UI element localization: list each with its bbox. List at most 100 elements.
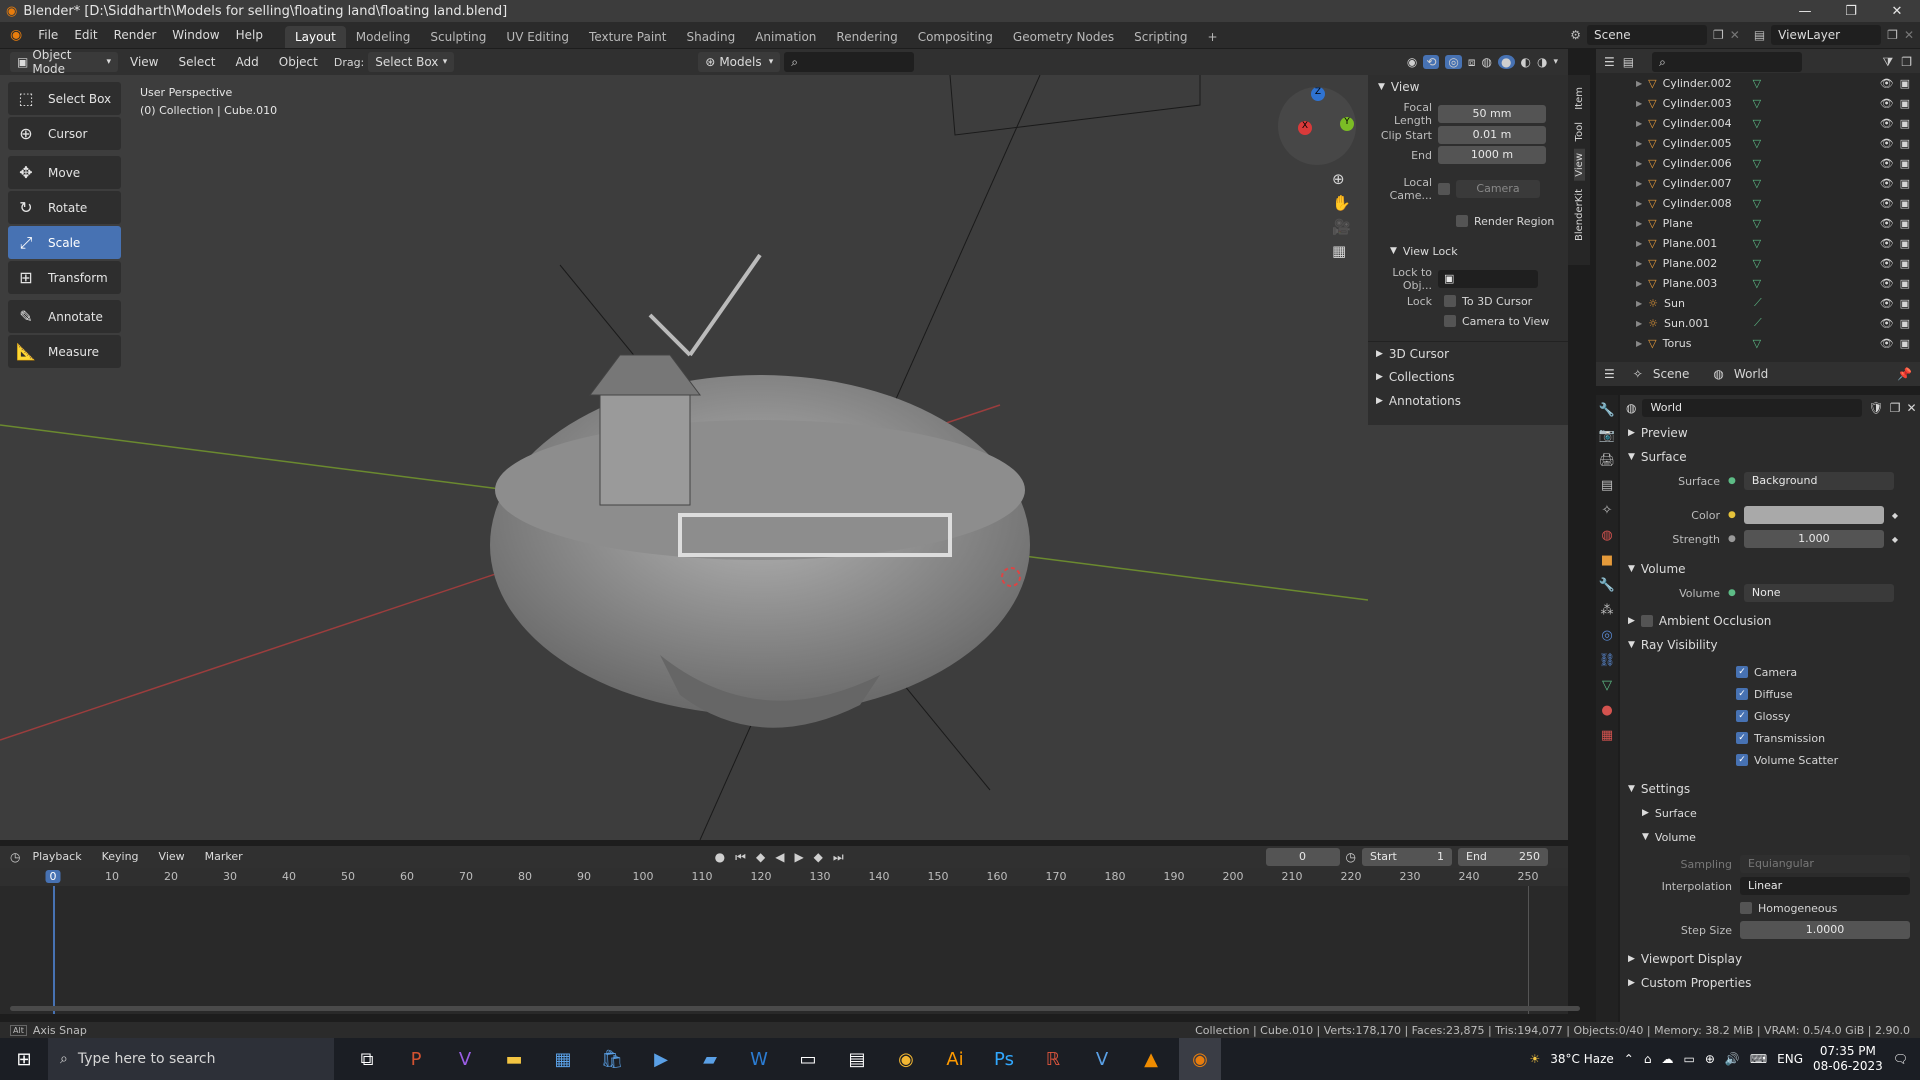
- media-player-icon[interactable]: ▶: [640, 1038, 682, 1080]
- camera-render-icon[interactable]: ▣: [1900, 317, 1910, 330]
- vpn-icon[interactable]: V: [1081, 1038, 1123, 1080]
- frame-ruler[interactable]: 0 10 20 30 40 50 60 70 80 90 100 110 120 130 140 150 160…: [0, 868, 1568, 886]
- keyboard-icon[interactable]: ⌨: [1750, 1052, 1767, 1066]
- camera-render-icon[interactable]: ▣: [1900, 77, 1910, 90]
- tab-blenderkit[interactable]: BlenderKit: [1574, 185, 1585, 245]
- chevron-right-icon[interactable]: ▶: [1636, 159, 1642, 168]
- camera-render-icon[interactable]: ▣: [1900, 177, 1910, 190]
- camera-render-icon[interactable]: ▣: [1900, 157, 1910, 170]
- taskbar-search[interactable]: ⌕ Type here to search: [48, 1038, 334, 1080]
- keyframe-dot-icon[interactable]: ◆: [1892, 511, 1898, 520]
- chevron-right-icon[interactable]: ▶: [1636, 219, 1642, 228]
- tab-item[interactable]: Item: [1574, 83, 1585, 114]
- play-icon[interactable]: ▶: [794, 850, 803, 864]
- ray-volume-scatter-checkbox[interactable]: ✓: [1736, 754, 1748, 766]
- tool-tab-icon[interactable]: 🔧: [1599, 403, 1615, 418]
- copy-scene-icon[interactable]: ❐: [1713, 28, 1724, 42]
- subsection-surface[interactable]: ▶ Surface: [1620, 801, 1920, 825]
- world-name-field[interactable]: World: [1642, 399, 1863, 417]
- add-workspace-button[interactable]: +: [1198, 26, 1228, 48]
- file-explorer-icon[interactable]: ▬: [493, 1038, 535, 1080]
- render-tab-icon[interactable]: 📷: [1599, 428, 1615, 443]
- task-view-icon[interactable]: ⧉: [346, 1038, 388, 1080]
- blender-taskbar-icon[interactable]: ◉: [1179, 1038, 1221, 1080]
- tab-modeling[interactable]: Modeling: [346, 26, 421, 48]
- camera-render-icon[interactable]: ▣: [1900, 277, 1910, 290]
- tab-texture-paint[interactable]: Texture Paint: [579, 26, 676, 48]
- section-settings[interactable]: ▼ Settings: [1620, 777, 1920, 801]
- gizmo-toggle-icon[interactable]: ⟲: [1423, 55, 1440, 69]
- section-viewport-display[interactable]: ▶ Viewport Display: [1620, 947, 1920, 971]
- play-reverse-icon[interactable]: ◀: [775, 850, 784, 864]
- data-tab-icon[interactable]: ▽: [1602, 678, 1612, 693]
- view-layer-tab-icon[interactable]: ▤: [1601, 478, 1613, 493]
- scene-selector[interactable]: Scene: [1587, 25, 1707, 45]
- chevron-right-icon[interactable]: ▶: [1636, 239, 1642, 248]
- camera-render-icon[interactable]: ▣: [1900, 97, 1910, 110]
- material-tab-icon[interactable]: ●: [1601, 703, 1612, 718]
- store-icon[interactable]: 🛍: [591, 1038, 633, 1080]
- eye-icon[interactable]: 👁: [1880, 197, 1894, 210]
- clock[interactable]: 07:35 PM 08-06-2023: [1813, 1044, 1883, 1074]
- display-mode-icon[interactable]: ▤: [1623, 55, 1634, 69]
- camera-render-icon[interactable]: ▣: [1900, 197, 1910, 210]
- pin-icon[interactable]: 📌: [1897, 367, 1920, 381]
- notifications-icon[interactable]: 🗨: [1893, 1052, 1908, 1066]
- app-icon[interactable]: ▰: [689, 1038, 731, 1080]
- timeline-menu-playback[interactable]: Playback: [24, 846, 89, 868]
- chevron-right-icon[interactable]: ▶: [1636, 319, 1642, 328]
- eye-icon[interactable]: 👁: [1880, 217, 1894, 230]
- clip-start-field[interactable]: 0.01 m: [1438, 126, 1546, 144]
- solid-shading-icon[interactable]: ●: [1498, 55, 1515, 69]
- clock-icon[interactable]: ◷: [1346, 850, 1356, 864]
- section-custom-properties[interactable]: ▶ Custom Properties: [1620, 971, 1920, 995]
- language-indicator[interactable]: ENG: [1777, 1052, 1803, 1066]
- strength-field[interactable]: 1.000: [1743, 530, 1884, 548]
- eye-icon[interactable]: 👁: [1880, 117, 1894, 130]
- prev-keyframe-icon[interactable]: ◆: [756, 850, 765, 864]
- outliner-item[interactable]: ▶ ▽ Torus ▽ 👁 ▣: [1596, 333, 1920, 353]
- maximize-button[interactable]: ❐: [1828, 4, 1874, 19]
- eye-icon[interactable]: 👁: [1880, 337, 1894, 350]
- tool-annotate[interactable]: ✎ Annotate: [8, 300, 121, 333]
- camera-render-icon[interactable]: ▣: [1900, 237, 1910, 250]
- 3d-viewport[interactable]: User Perspective (0) Collection | Cube.0…: [0, 75, 1568, 840]
- surface-shader-field[interactable]: Background: [1743, 472, 1894, 490]
- eye-icon[interactable]: 👁: [1880, 177, 1894, 190]
- outliner-item[interactable]: ▶ ☼ Sun ⟋ 👁 ▣: [1596, 293, 1920, 313]
- tab-shading[interactable]: Shading: [676, 26, 745, 48]
- camera-render-icon[interactable]: ▣: [1900, 257, 1910, 270]
- constraints-tab-icon[interactable]: ⛓: [1599, 653, 1616, 668]
- overlay-toggle-icon[interactable]: ◎: [1445, 55, 1462, 69]
- outliner-item[interactable]: ▶ ▽ Cylinder.007 ▽ 👁 ▣: [1596, 173, 1920, 193]
- camera-render-icon[interactable]: ▣: [1900, 117, 1910, 130]
- viewlayer-selector[interactable]: ViewLayer: [1771, 25, 1882, 45]
- world-tab-icon[interactable]: ◍: [1601, 528, 1612, 543]
- tab-rendering[interactable]: Rendering: [826, 26, 907, 48]
- windows-start-icon[interactable]: ⊞: [0, 1038, 48, 1080]
- illustrator-icon[interactable]: Ai: [934, 1038, 976, 1080]
- outliner-item[interactable]: ▶ ▽ Cylinder.002 ▽ 👁 ▣: [1596, 73, 1920, 93]
- ray-glossy-checkbox[interactable]: ✓: [1736, 710, 1748, 722]
- outliner-item[interactable]: ▶ ▽ Plane ▽ 👁 ▣: [1596, 213, 1920, 233]
- eye-icon[interactable]: 👁: [1880, 277, 1894, 290]
- to-3d-cursor-checkbox[interactable]: [1444, 295, 1456, 307]
- clip-end-field[interactable]: 1000 m: [1438, 146, 1546, 164]
- tab-tool[interactable]: Tool: [1574, 118, 1585, 145]
- app-icon[interactable]: ▭: [787, 1038, 829, 1080]
- menu-help[interactable]: Help: [228, 22, 271, 48]
- tool-select-box[interactable]: ⬚ Select Box: [8, 82, 121, 115]
- tab-view[interactable]: View: [1573, 149, 1585, 181]
- outliner-item[interactable]: ▶ ▽ Cylinder.006 ▽ 👁 ▣: [1596, 153, 1920, 173]
- subsection-volume[interactable]: ▼ Volume: [1620, 825, 1920, 849]
- fake-user-icon[interactable]: 🛡: [1868, 401, 1883, 415]
- chevron-right-icon[interactable]: ▶: [1636, 199, 1642, 208]
- current-frame-field[interactable]: 0: [1265, 848, 1340, 866]
- chrome-icon[interactable]: ◉: [885, 1038, 927, 1080]
- timeline-scrollbar[interactable]: [10, 1006, 1580, 1011]
- viewport-menu-view[interactable]: View: [122, 49, 166, 75]
- camera-render-icon[interactable]: ▣: [1900, 137, 1910, 150]
- globe-icon[interactable]: ⊕: [1705, 1052, 1715, 1066]
- camera-to-view-checkbox[interactable]: [1444, 315, 1456, 327]
- vectorworks-icon[interactable]: V: [444, 1038, 486, 1080]
